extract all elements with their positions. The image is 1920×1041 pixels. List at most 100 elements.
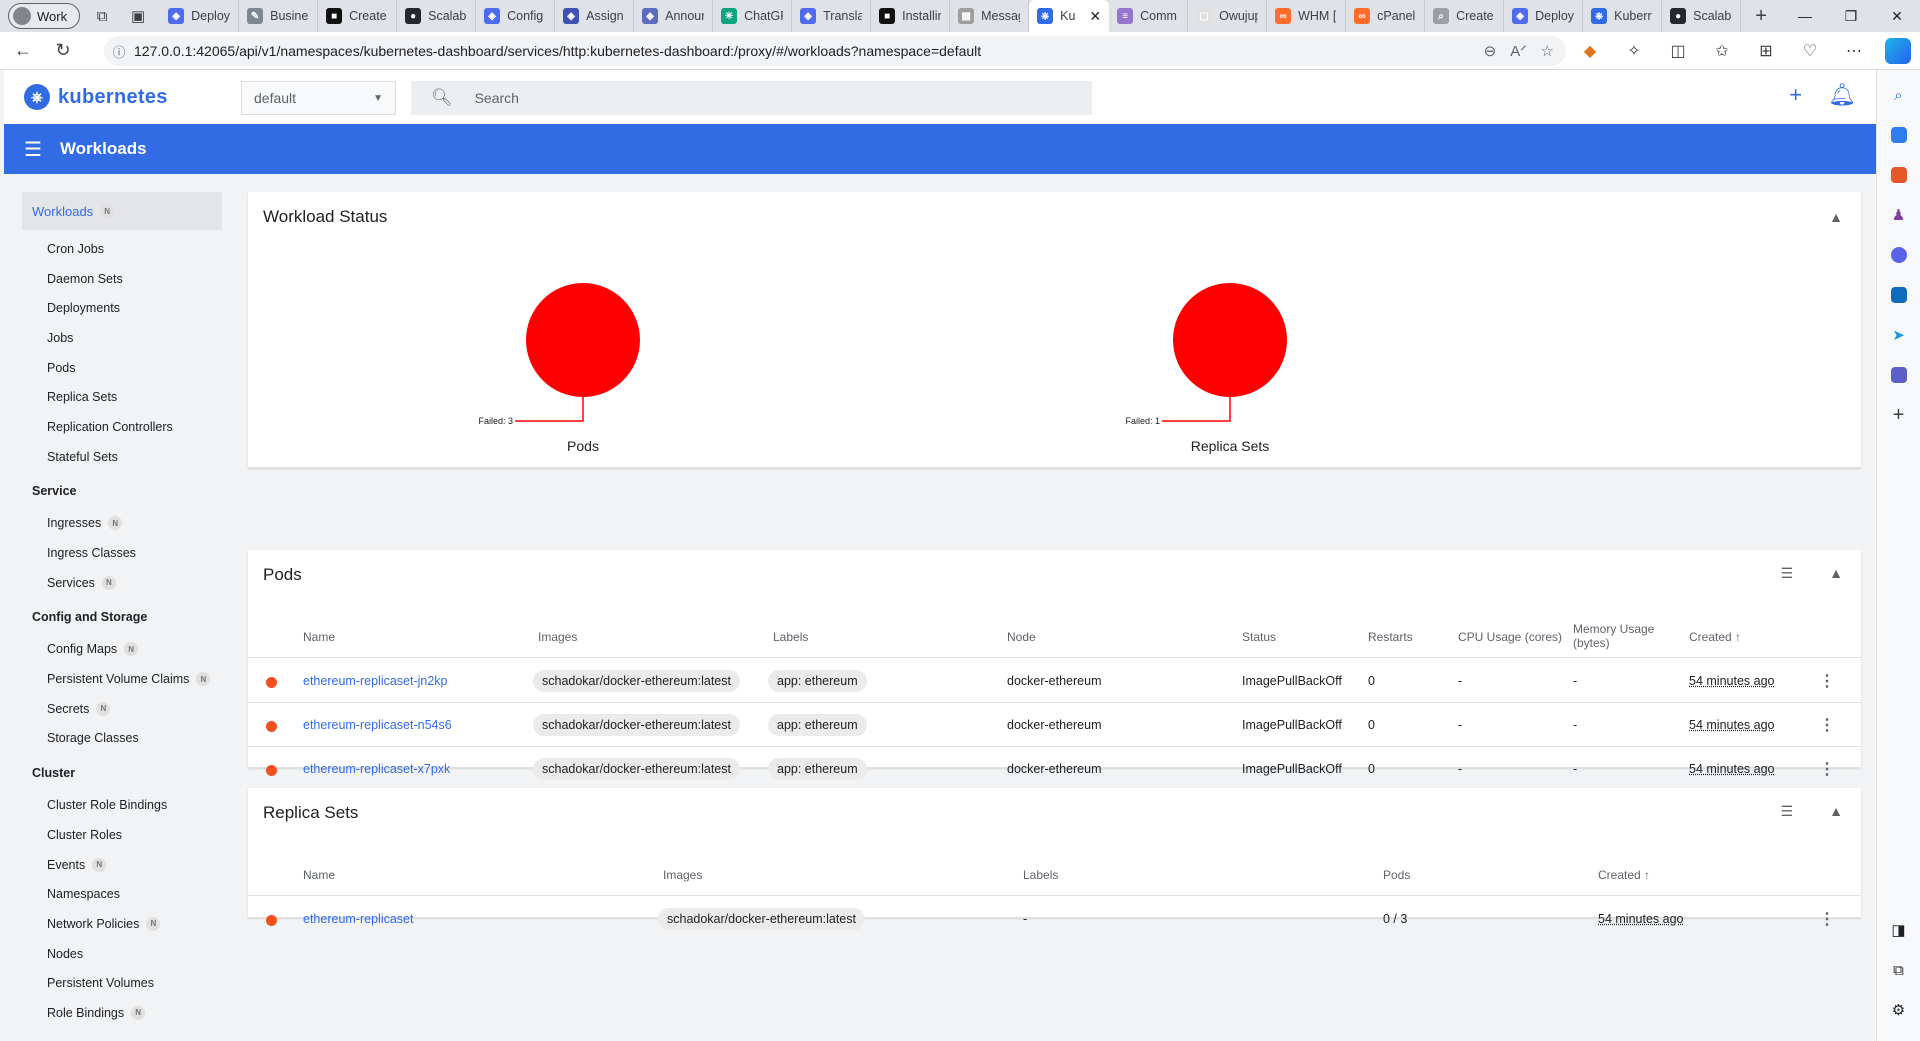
microsoft365-icon[interactable] (1884, 240, 1914, 270)
favorites-icon[interactable]: ✩ (1700, 41, 1744, 61)
sidebar-item-jobs[interactable]: Jobs (22, 323, 222, 353)
new-tab-button[interactable]: + (1747, 2, 1775, 30)
row-actions-icon[interactable]: ⋮ (1819, 897, 1835, 941)
sidebar-item-persistent-volume-claims[interactable]: Persistent Volume Claims N (22, 664, 222, 694)
sidebar-item-cron-jobs[interactable]: Cron Jobs (22, 234, 222, 264)
sidebar-item-config-maps[interactable]: Config Maps N (22, 635, 222, 665)
drop-icon[interactable]: ➤ (1884, 320, 1914, 350)
notifications-bell-icon[interactable]: 🔔︎ (1828, 82, 1856, 108)
browser-tab[interactable]: ◈ Config (476, 0, 556, 32)
row-actions-icon[interactable]: ⋮ (1819, 747, 1835, 791)
browser-tab[interactable]: ▢ Owujup (1188, 0, 1268, 32)
more-menu-icon[interactable]: ⋯ (1832, 41, 1876, 61)
pie-slice-failed[interactable] (526, 283, 640, 397)
browser-tab[interactable]: ≡ Comm (1109, 0, 1189, 32)
hamburger-menu-icon[interactable]: ☰ (24, 137, 42, 162)
browser-tab[interactable]: ◈ Deploy (160, 0, 240, 32)
sidebar-item-services[interactable]: Services N (22, 568, 222, 598)
col-node[interactable]: Node (1007, 630, 1036, 644)
open-external-icon[interactable]: ⧉ (1884, 955, 1914, 985)
copilot-icon[interactable] (1885, 38, 1911, 64)
close-tab-icon[interactable]: ✕ (1089, 8, 1101, 25)
pod-name-link[interactable]: ethereum-replicaset-x7pxk (303, 747, 450, 791)
browser-tab[interactable]: ▦ Messag (950, 0, 1030, 32)
sidebar-item-role-bindings[interactable]: Role Bindings N (22, 998, 222, 1028)
pod-name-link[interactable]: ethereum-replicaset-jn2kp (303, 659, 448, 703)
sidebar-item-replication-controllers[interactable]: Replication Controllers (22, 412, 222, 442)
row-actions-icon[interactable]: ⋮ (1819, 703, 1835, 747)
sidebar-item-events[interactable]: Events N (22, 850, 222, 880)
metamask-icon[interactable]: ◆ (1568, 41, 1612, 61)
nav-header-cluster[interactable]: Cluster (22, 755, 222, 790)
browser-tab[interactable]: ⎈ Ku ✕ (1029, 0, 1110, 32)
browser-tab[interactable]: ✳ ChatGF (713, 0, 793, 32)
browser-tab[interactable]: ⎈ Kuberr (1583, 0, 1663, 32)
sidebar-item-replica-sets[interactable]: Replica Sets (22, 382, 222, 412)
browser-tab[interactable]: ■ Create (318, 0, 398, 32)
browser-tab[interactable]: ∞ cPanel (1346, 0, 1426, 32)
sidebar-item-cluster-roles[interactable]: Cluster Roles (22, 820, 222, 850)
sidebar-item-storage-classes[interactable]: Storage Classes (22, 724, 222, 754)
tab-actions-icon[interactable]: ▣ (124, 2, 152, 30)
restore-icon[interactable]: ❐ (1828, 0, 1874, 32)
sidebar-search-icon[interactable]: ⌕ (1884, 80, 1914, 110)
col-cpu[interactable]: CPU Usage (cores) (1458, 630, 1562, 644)
collapse-icon[interactable]: ▲ (1829, 209, 1843, 225)
teams-icon[interactable] (1884, 360, 1914, 390)
browser-tab[interactable]: ● Scalabl (1662, 0, 1742, 32)
browser-tab[interactable]: ◈ Annour (634, 0, 714, 32)
profile-button[interactable]: Work (8, 3, 81, 29)
outlook-icon[interactable] (1884, 280, 1914, 310)
sidebar-settings-icon[interactable]: ⚙ (1884, 995, 1914, 1025)
col-name[interactable]: Name (303, 868, 335, 882)
favorite-star-icon[interactable]: ☆ (1541, 42, 1554, 60)
address-bar[interactable]: ⓘ 127.0.0.1:42065/api/v1/namespaces/kube… (104, 36, 1566, 66)
nav-header-service[interactable]: Service (22, 474, 222, 509)
sidebar-item-deployments[interactable]: Deployments (22, 293, 222, 323)
hide-sidebar-icon[interactable]: ◨ (1884, 915, 1914, 945)
col-created[interactable]: Created ↑ (1598, 868, 1650, 882)
sidebar-item-secrets[interactable]: Secrets N (22, 694, 222, 724)
minimize-icon[interactable]: — (1782, 0, 1828, 32)
sidebar-item-workloads[interactable]: Workloads N (22, 192, 222, 230)
pie-slice-failed[interactable] (1173, 283, 1287, 397)
browser-tab[interactable]: ● Scalabl (397, 0, 477, 32)
pod-name-link[interactable]: ethereum-replicaset-n54s6 (303, 703, 452, 747)
sidebar-item-daemon-sets[interactable]: Daemon Sets (22, 264, 222, 294)
tools-icon[interactable] (1884, 160, 1914, 190)
close-window-icon[interactable]: ✕ (1874, 0, 1920, 32)
browser-tab[interactable]: ■ Installin (871, 0, 951, 32)
col-restarts[interactable]: Restarts (1368, 630, 1413, 644)
sidebar-item-network-policies[interactable]: Network Policies N (22, 909, 222, 939)
browser-tab[interactable]: ◈ Translat (792, 0, 872, 32)
browser-tab[interactable]: ⌕ Create (1425, 0, 1505, 32)
filter-icon[interactable]: ☰ (1781, 803, 1794, 820)
read-aloud-icon[interactable]: Aᐟ (1510, 42, 1526, 60)
col-name[interactable]: Name (303, 630, 335, 644)
games-icon[interactable]: ♟ (1884, 200, 1914, 230)
sidebar-item-ingresses[interactable]: Ingresses N (22, 509, 222, 539)
collapse-icon[interactable]: ▲ (1829, 565, 1843, 582)
row-actions-icon[interactable]: ⋮ (1819, 659, 1835, 703)
zoom-icon[interactable]: ⊖ (1484, 42, 1497, 60)
col-created[interactable]: Created ↑ (1689, 630, 1741, 644)
col-status[interactable]: Status (1242, 630, 1276, 644)
replicaset-name-link[interactable]: ethereum-replicaset (303, 897, 413, 941)
browser-tab[interactable]: ◈ Deploy (1504, 0, 1584, 32)
filter-icon[interactable]: ☰ (1781, 565, 1794, 582)
search-input[interactable] (474, 90, 1035, 106)
brand[interactable]: ⎈ kubernetes (24, 84, 168, 110)
sidebar-item-cluster-role-bindings[interactable]: Cluster Role Bindings (22, 790, 222, 820)
browser-essentials-icon[interactable]: ♡ (1788, 41, 1832, 61)
extensions-icon[interactable]: ✧ (1612, 41, 1656, 61)
site-info-icon[interactable]: ⓘ (104, 42, 134, 61)
workspaces-icon[interactable]: ⧉ (88, 2, 116, 30)
back-icon[interactable]: ← (6, 34, 40, 68)
namespace-select[interactable]: default ▼ (241, 81, 396, 115)
collapse-icon[interactable]: ▲ (1829, 803, 1843, 820)
create-resource-icon[interactable]: + (1789, 82, 1802, 108)
sidebar-item-ingress-classes[interactable]: Ingress Classes (22, 538, 222, 568)
browser-tab[interactable]: ∞ WHM [ (1267, 0, 1347, 32)
col-memory[interactable]: Memory Usage (bytes) (1573, 622, 1654, 650)
split-screen-icon[interactable]: ◫ (1656, 41, 1700, 61)
